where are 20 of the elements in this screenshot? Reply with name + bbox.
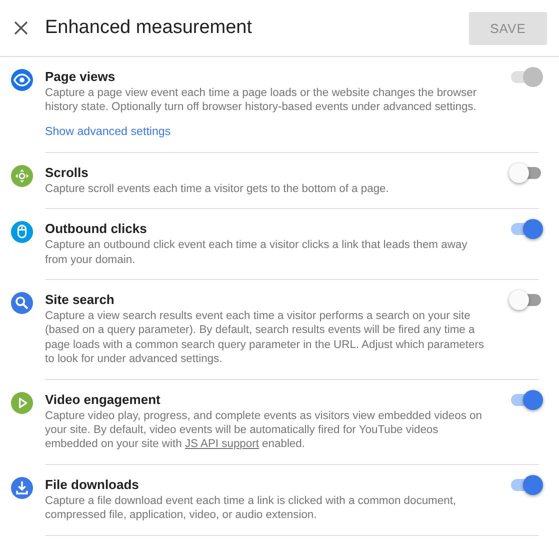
toggle-switch[interactable] bbox=[511, 219, 541, 240]
setting-title: File downloads bbox=[45, 476, 140, 493]
setting-title: Site search bbox=[45, 292, 116, 308]
setting-description: Capture an outbound click event each time a visitor clicks a link that leads them away from your domain. bbox=[45, 238, 468, 268]
toggle-switch[interactable] bbox=[511, 390, 541, 410]
toggle-switch[interactable] bbox=[511, 474, 541, 495]
inline-link[interactable]: JS API support bbox=[184, 438, 259, 450]
setting-description: Capture scroll events each time a visitor gets to the bottom of a page. bbox=[45, 182, 390, 196]
setting-description: Capture a page view event each time a page loads or the website changes the browser history state. Optionally turn off browser history-based events under advanced settings. bbox=[45, 86, 478, 115]
setting-title: Video engagement bbox=[45, 392, 162, 408]
setting-title: Scrolls bbox=[45, 164, 90, 181]
setting-title: Page views bbox=[45, 69, 116, 85]
dialog-title: Enhanced measurement bbox=[45, 17, 254, 39]
toggle-switch[interactable] bbox=[511, 162, 541, 183]
setting-title: Outbound clicks bbox=[45, 221, 148, 238]
toggle-switch[interactable] bbox=[511, 290, 541, 310]
setting-description: Capture video play, progress, and complete events as visitors view embedded videos on your site. By default, video events will be automatically fired for YouTube videos embedded on your site with JS API support enabled. bbox=[45, 408, 483, 452]
setting-description: Capture a view search results event each time a visitor performs a search on your site (based on a query parameter). By default, search results events will be fired any time a page loads with a common search query parameter in the URL. Adjust which parameters to look for under advanced settings. bbox=[45, 309, 486, 367]
close-button[interactable] bbox=[13, 20, 29, 36]
setting-description: Capture a file download event each time a link is clicked with a common document, compressed file, application, video, or audio extension. bbox=[45, 494, 458, 523]
